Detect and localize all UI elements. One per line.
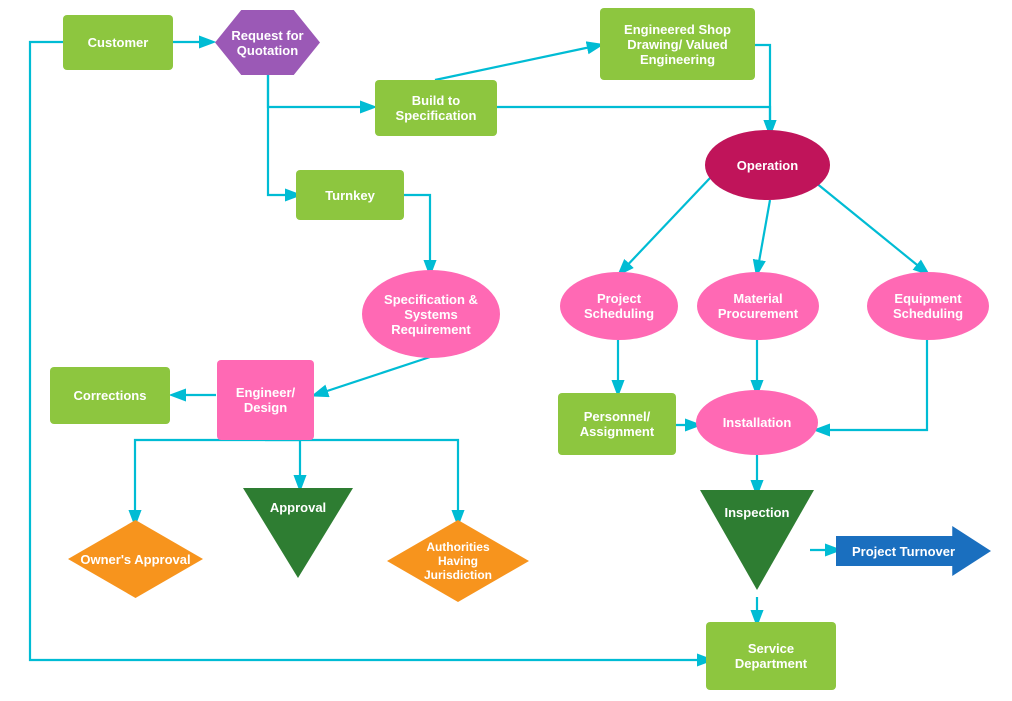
material-procurement-node: MaterialProcurement: [697, 272, 819, 340]
project-turnover-node: Project Turnover: [836, 526, 991, 576]
equipment-scheduling-node: EquipmentScheduling: [867, 272, 989, 340]
spec-sys-req-node: Specification &SystemsRequirement: [362, 270, 500, 358]
build-to-spec-node: Build toSpecification: [375, 80, 497, 136]
project-scheduling-node: ProjectScheduling: [560, 272, 678, 340]
authorities-node: AuthoritiesHavingJurisdiction: [387, 520, 529, 602]
engineered-node: Engineered ShopDrawing/ ValuedEngineerin…: [600, 8, 755, 80]
turnkey-node: Turnkey: [296, 170, 404, 220]
inspection-node: Inspection: [700, 490, 814, 590]
corrections-node: Corrections: [50, 367, 170, 424]
owners-approval-node: Owner's Approval: [68, 520, 203, 598]
customer-node: Customer: [63, 15, 173, 70]
rfq-node: Request forQuotation: [215, 10, 320, 75]
personnel-node: Personnel/Assignment: [558, 393, 676, 455]
service-dept-node: ServiceDepartment: [706, 622, 836, 690]
arrows-svg: [0, 0, 1012, 701]
flowchart-diagram: Customer Request forQuotation Engineered…: [0, 0, 1012, 701]
engineer-design-node: Engineer/Design: [217, 360, 314, 440]
operation-node: Operation: [705, 130, 830, 200]
installation-node: Installation: [696, 390, 818, 455]
